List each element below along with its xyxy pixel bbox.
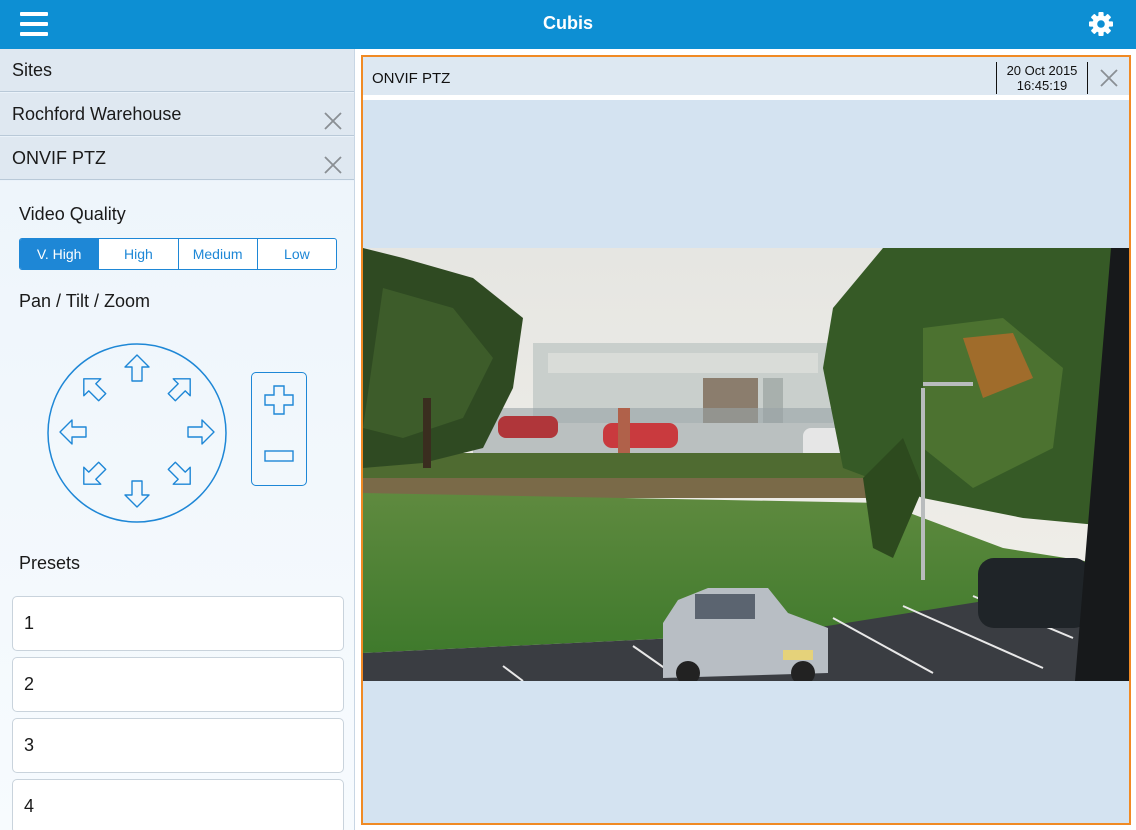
pan-down-left-icon[interactable]: [75, 457, 110, 492]
video-quality-selector: V. High High Medium Low: [19, 238, 337, 270]
pan-up-right-icon[interactable]: [163, 370, 198, 405]
camera-video-feed[interactable]: [363, 248, 1129, 681]
quality-option-high[interactable]: High: [99, 239, 179, 269]
ptz-heading: Pan / Tilt / Zoom: [19, 291, 151, 311]
pan-left-icon[interactable]: [59, 419, 87, 445]
gear-icon[interactable]: [1087, 10, 1115, 38]
zoom-in-button[interactable]: [252, 373, 305, 429]
zoom-control: [251, 372, 307, 486]
breadcrumb-label: Sites: [12, 60, 53, 80]
app-title: Cubis: [542, 13, 593, 33]
breadcrumb-sites[interactable]: Sites: [0, 49, 354, 92]
camera-title: ONVIF PTZ: [372, 70, 451, 87]
pan-up-left-icon[interactable]: [75, 370, 110, 405]
breadcrumb-site-rochford-warehouse[interactable]: Rochford Warehouse: [0, 93, 354, 136]
breadcrumb-camera-onvif-ptz[interactable]: ONVIF PTZ: [0, 137, 354, 180]
close-icon[interactable]: [1098, 67, 1120, 89]
pan-right-icon[interactable]: [187, 419, 215, 445]
preset-item[interactable]: 4: [12, 779, 344, 830]
zoom-out-button[interactable]: [252, 429, 305, 485]
close-icon[interactable]: [323, 148, 343, 174]
pan-up-icon[interactable]: [124, 354, 150, 382]
breadcrumb-label: Rochford Warehouse: [12, 104, 182, 124]
camera-view-tile[interactable]: ONVIF PTZ 20 Oct 2015 16:45:19: [361, 55, 1131, 825]
video-quality-heading: Video Quality: [19, 204, 126, 224]
presets-heading: Presets: [19, 553, 81, 573]
preset-item[interactable]: 3: [12, 718, 344, 773]
ptz-joystick: [47, 343, 227, 523]
close-icon[interactable]: [323, 104, 343, 130]
pan-down-right-icon[interactable]: [163, 457, 198, 492]
breadcrumb-label: ONVIF PTZ: [12, 148, 106, 168]
camera-timestamp: 20 Oct 2015 16:45:19: [996, 62, 1088, 94]
pan-down-icon[interactable]: [124, 480, 150, 508]
minus-icon: [264, 450, 294, 462]
timestamp-date: 20 Oct 2015: [1006, 63, 1078, 78]
timestamp-time: 16:45:19: [1016, 78, 1068, 93]
top-bar: Cubis: [0, 0, 1136, 49]
plus-icon: [264, 385, 294, 415]
quality-option-v-high[interactable]: V. High: [20, 239, 100, 269]
preset-item[interactable]: 1: [12, 596, 344, 651]
camera-tile-header: ONVIF PTZ 20 Oct 2015 16:45:19: [363, 57, 1129, 100]
quality-option-medium[interactable]: Medium: [179, 239, 258, 269]
preset-item[interactable]: 2: [12, 657, 344, 712]
quality-option-low[interactable]: Low: [258, 239, 336, 269]
